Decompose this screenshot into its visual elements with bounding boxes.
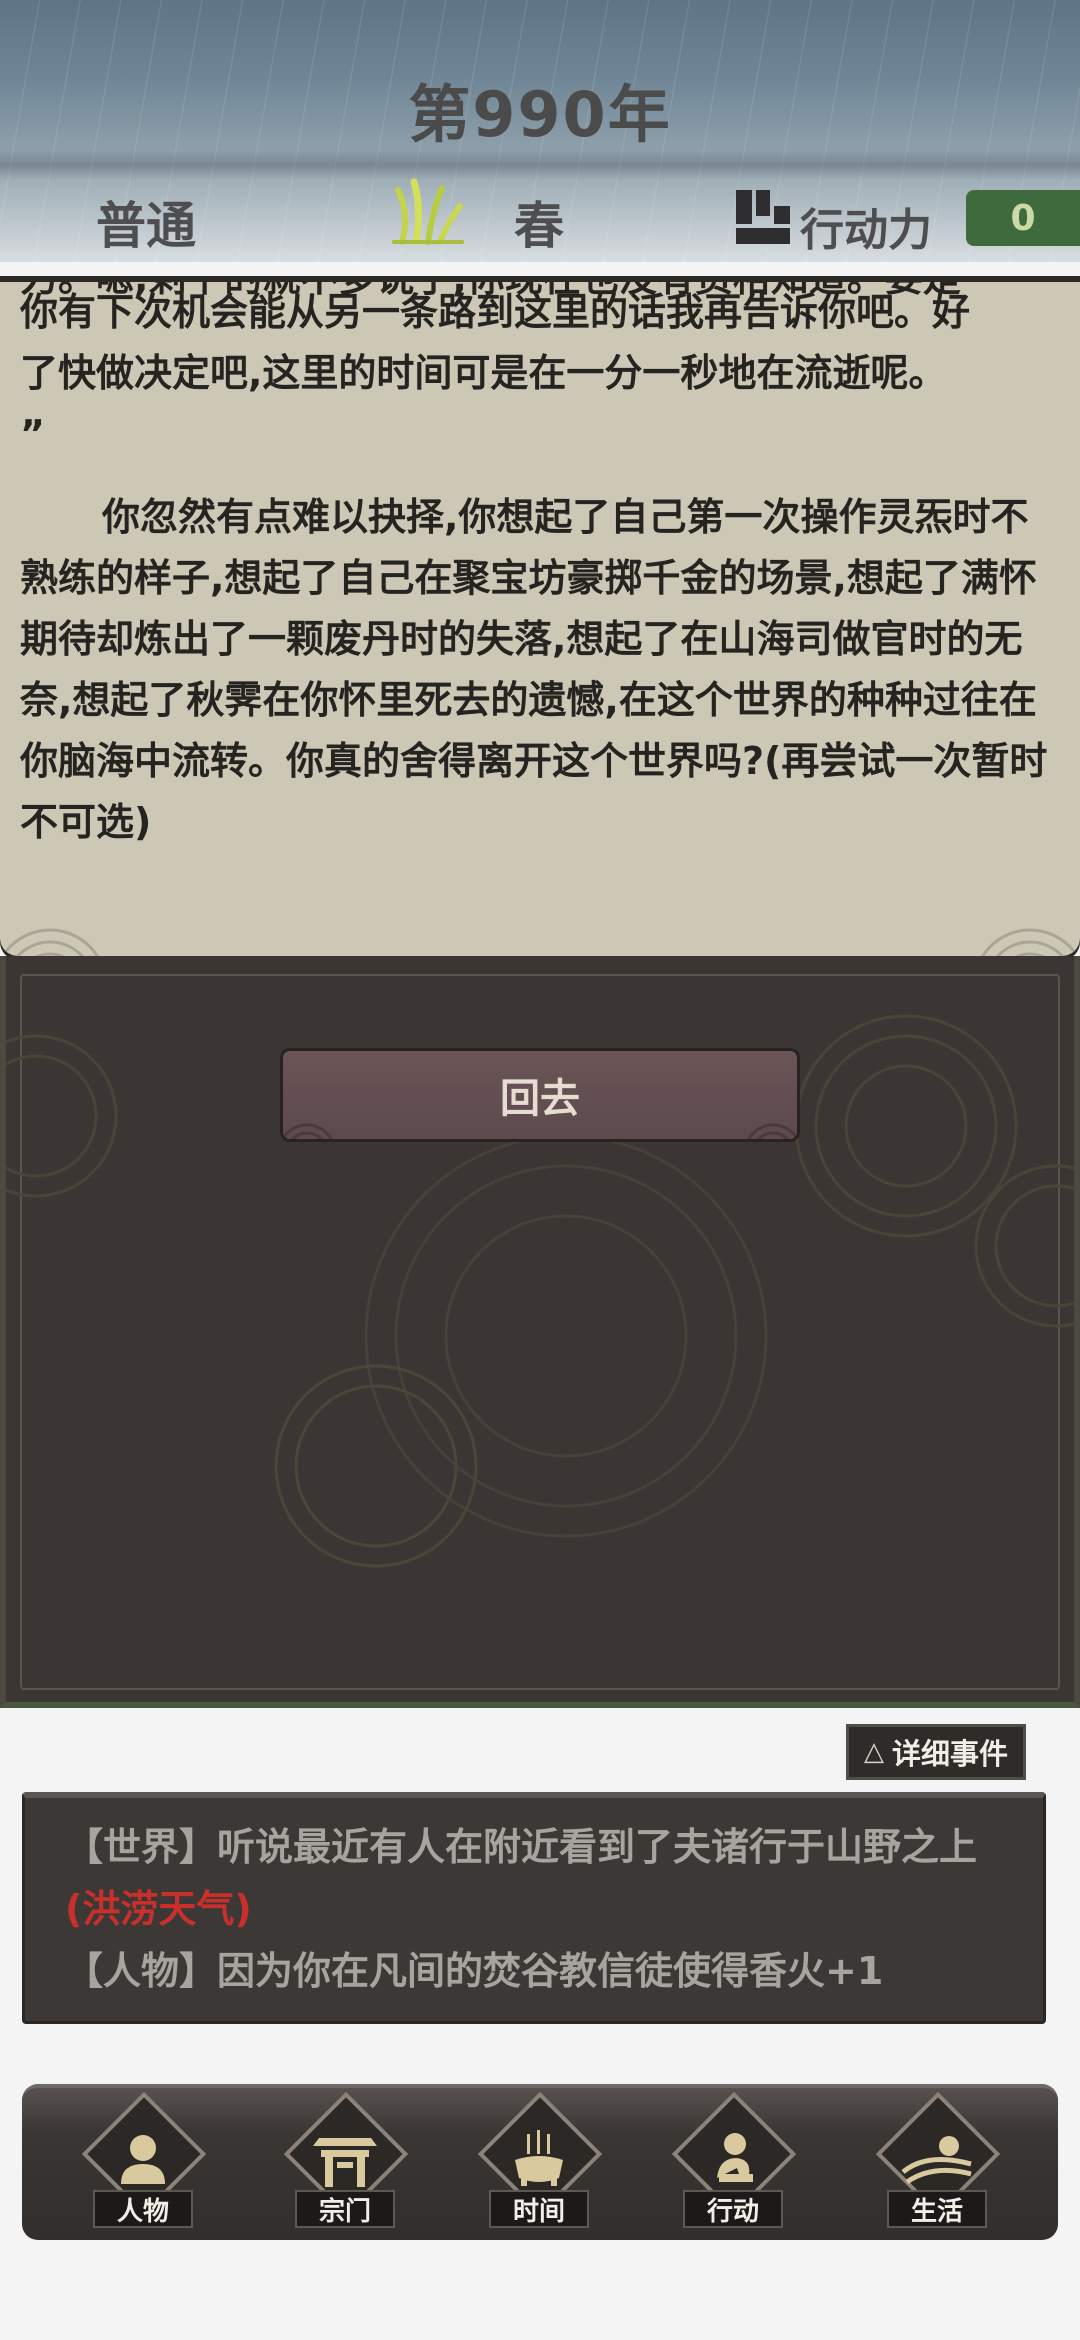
back-button[interactable]: 回去: [280, 1048, 800, 1142]
detail-events-label: 详细事件: [891, 1737, 1008, 1771]
back-button-label: 回去: [500, 1076, 580, 1122]
person-icon: [121, 2135, 165, 2184]
cloud-swirl-decoration: [747, 1123, 797, 1139]
world-event-text: 听说最近有人在附近看到了夫诸行于山野之上: [217, 1825, 978, 1869]
cloud-swirl-decoration: [980, 928, 1080, 956]
detail-events-button[interactable]: △ 详细事件: [846, 1724, 1026, 1780]
nav-item-action[interactable]: 行动: [658, 2091, 808, 2230]
ripple-decoration: [6, 1034, 118, 1198]
story-text: 力。嗯,剩下的就不多说了,你现在也没有资格知道。要是 你有下次机会能从另一条路到…: [20, 282, 1060, 853]
world-event: 【世界】听说最近有人在附近看到了夫诸行于山野之上 (洪涝天气): [65, 1816, 1025, 1940]
weather-highlight: (洪涝天气): [65, 1887, 252, 1931]
nav-label: 行动: [683, 2190, 783, 2228]
story-line-cut: 力。嗯,剩下的就不多说了,你现在也没有资格知道。要是: [20, 276, 961, 300]
nav-item-sect[interactable]: 宗门: [270, 2091, 420, 2230]
ripple-decoration: [974, 1164, 1074, 1328]
nav-label: 生活: [887, 2190, 987, 2228]
action-points-label: 行动力: [800, 205, 932, 256]
year-title: 第990年: [408, 78, 672, 151]
sect-gate-icon: [313, 2138, 377, 2187]
story-line: 了快做决定吧,这里的时间可是在一分一秒地在流逝呢。: [20, 351, 947, 395]
action-points-value: 0: [966, 190, 1080, 246]
difficulty-label: 普通: [96, 197, 196, 255]
person-event-text: 因为你在凡间的焚谷教信徒使得香火+1: [217, 1949, 884, 1993]
spring-grass-icon: [392, 178, 464, 246]
story-paragraph: 你忽然有点难以抉择,你想起了自己第一次操作灵炁时不熟练的样子,想起了自己在聚宝坊…: [20, 495, 1048, 844]
action-points-icon: [736, 190, 790, 244]
ripple-decoration: [274, 1364, 478, 1568]
cloud-swirl-decoration: [0, 928, 100, 956]
nav-label: 人物: [93, 2190, 193, 2228]
top-header: 第990年 普通 春 行动力 0: [0, 0, 1080, 262]
landscape-sun-icon: [901, 2136, 972, 2185]
nav-item-life[interactable]: 生活: [862, 2091, 1012, 2230]
story-quote-close: ”: [20, 412, 45, 456]
nav-item-time[interactable]: 时间: [464, 2091, 614, 2230]
person-event-tag: 【人物】: [65, 1949, 218, 1993]
triangle-icon: △: [863, 1737, 884, 1767]
incense-burner-icon: [515, 2130, 563, 2186]
person-event: 【人物】因为你在凡间的焚谷教信徒使得香火+1: [65, 1940, 1025, 2002]
season-label: 春: [514, 197, 564, 255]
rooftop-silhouette: [0, 150, 1080, 180]
cloud-swirl-decoration: [283, 1123, 333, 1139]
event-log-panel: 【世界】听说最近有人在附近看到了夫诸行于山野之上 (洪涝天气) 【人物】因为你在凡…: [22, 1792, 1046, 2024]
nav-label: 宗门: [295, 2190, 395, 2228]
event-log-text: 【世界】听说最近有人在附近看到了夫诸行于山野之上 (洪涝天气) 【人物】因为你在凡…: [65, 1816, 1025, 2002]
action-figure-icon: [717, 2133, 753, 2182]
nav-item-character[interactable]: 人物: [68, 2091, 218, 2230]
nav-label: 时间: [489, 2190, 589, 2228]
story-panel: 力。嗯,剩下的就不多说了,你现在也没有资格知道。要是 你有下次机会能从另一条路到…: [0, 276, 1080, 956]
world-event-tag: 【世界】: [65, 1825, 218, 1869]
